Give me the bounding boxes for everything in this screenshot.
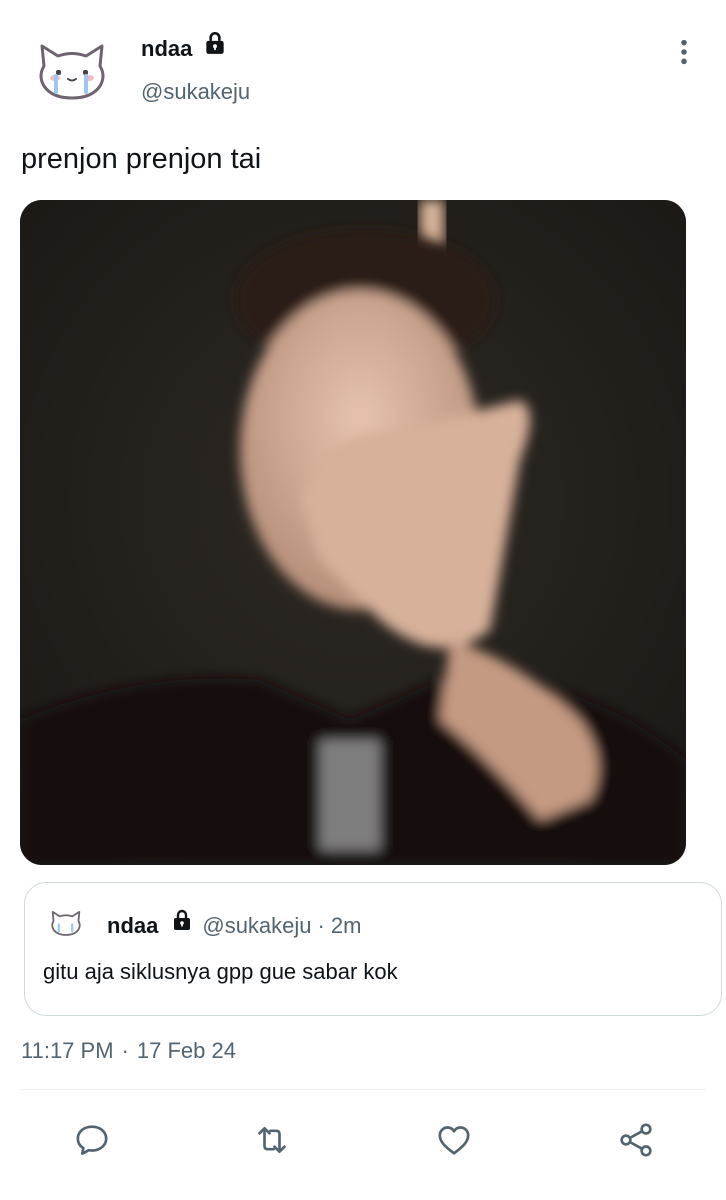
action-bar (0, 1112, 726, 1168)
tweet-photo[interactable] (20, 200, 686, 865)
tweet-detail: ndaa @sukakeju prenjon prenjon tai ndaa … (0, 0, 726, 1200)
share-button[interactable] (608, 1112, 664, 1168)
like-button[interactable] (426, 1112, 482, 1168)
photo-icon (20, 200, 686, 865)
heart-icon (438, 1126, 470, 1155)
quoted-tweet-time: 2m (330, 913, 362, 938)
more-options-button[interactable] (668, 36, 700, 68)
quoted-tweet-text: gitu aja siklusnya gpp gue sabar kok (43, 959, 398, 984)
lock-icon (170, 908, 194, 932)
quoted-author-handle: @sukakeju (202, 913, 312, 938)
retweet-button[interactable] (244, 1112, 300, 1168)
author-display-name: ndaa (141, 36, 193, 61)
quoted-tweet-header: ndaa @sukakeju · 2m (107, 909, 362, 939)
share-icon (620, 1123, 652, 1157)
quoted-tweet-card[interactable]: ndaa @sukakeju · 2m gitu aja siklusnya g… (24, 882, 722, 1016)
retweet-icon (258, 1127, 286, 1153)
divider (20, 1089, 706, 1090)
reply-button[interactable] (64, 1112, 120, 1168)
author-name[interactable]: ndaa (141, 31, 228, 62)
more-vertical-icon (681, 39, 687, 65)
author-handle[interactable]: @sukakeju (141, 79, 250, 105)
tweet-time: 11:17 PM (21, 1038, 114, 1063)
tweet-date: 17 Feb 24 (136, 1038, 236, 1063)
tweet-timestamp[interactable]: 11:17 PM · 17 Feb 24 (21, 1038, 236, 1064)
reply-icon (76, 1125, 108, 1155)
cat-face-avatar-icon[interactable] (36, 40, 108, 102)
tweet-text: prenjon prenjon tai (21, 143, 262, 175)
separator-dot: · (121, 1038, 129, 1063)
lock-icon (202, 30, 228, 56)
quoted-author-name: ndaa (107, 913, 159, 938)
separator-dot: · (317, 913, 325, 938)
cat-face-avatar-icon (50, 909, 82, 937)
